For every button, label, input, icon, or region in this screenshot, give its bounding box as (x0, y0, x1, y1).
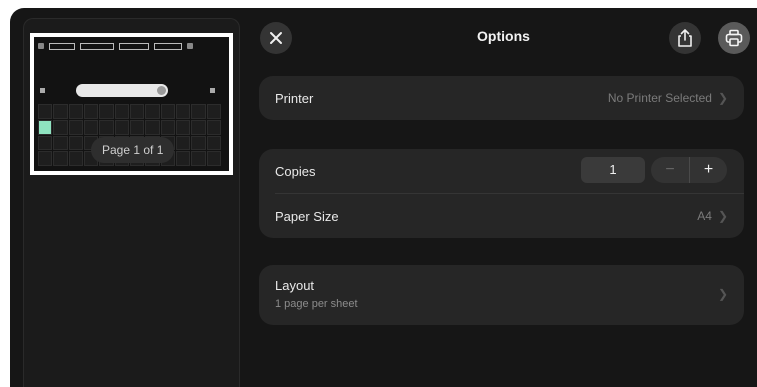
paper-size-label: Paper Size (275, 208, 339, 224)
print-button[interactable] (718, 22, 750, 54)
layout-card: Layout 1 page per sheet ❯ (259, 265, 744, 325)
options-pane: Options Printer No Printer Selected ❯ Co… (250, 8, 757, 387)
thumbnail-search-bar (76, 84, 168, 97)
chevron-right-icon: ❯ (717, 209, 728, 223)
copies-row: Copies 1 − + (259, 149, 744, 193)
increment-button[interactable]: + (689, 157, 727, 183)
chevron-right-icon: ❯ (717, 91, 728, 105)
printer-icon (725, 29, 743, 47)
copies-field[interactable]: 1 (581, 157, 645, 183)
layout-row[interactable]: Layout 1 page per sheet ❯ (259, 265, 744, 325)
layout-value: 1 page per sheet (275, 298, 358, 310)
page-thumbnail[interactable]: Page 1 of 1 (30, 33, 233, 175)
printer-row[interactable]: Printer No Printer Selected ❯ (259, 76, 744, 120)
print-dialog: Page 1 of 1 Options Printer No Printer S… (10, 8, 757, 387)
paper-size-value: A4 (697, 209, 712, 223)
copies-label: Copies (275, 163, 316, 179)
copies-stepper: − + (651, 157, 727, 183)
printer-value: No Printer Selected (607, 91, 712, 105)
copies-paper-card: Copies 1 − + Paper Size A4 ❯ (259, 149, 744, 238)
share-button[interactable] (669, 22, 701, 54)
printer-card: Printer No Printer Selected ❯ (259, 76, 744, 120)
preview-pane: Page 1 of 1 (23, 18, 240, 387)
thumbnail-toolbar (34, 37, 229, 55)
page-indicator: Page 1 of 1 (91, 137, 175, 163)
decrement-button[interactable]: − (651, 157, 689, 183)
printer-label: Printer (275, 90, 314, 106)
chevron-right-icon: ❯ (717, 287, 728, 301)
layout-label: Layout (275, 278, 315, 293)
share-icon (678, 29, 692, 47)
page-thumbnail-content: Page 1 of 1 (34, 37, 229, 171)
paper-size-row[interactable]: Paper Size A4 ❯ (259, 194, 744, 238)
